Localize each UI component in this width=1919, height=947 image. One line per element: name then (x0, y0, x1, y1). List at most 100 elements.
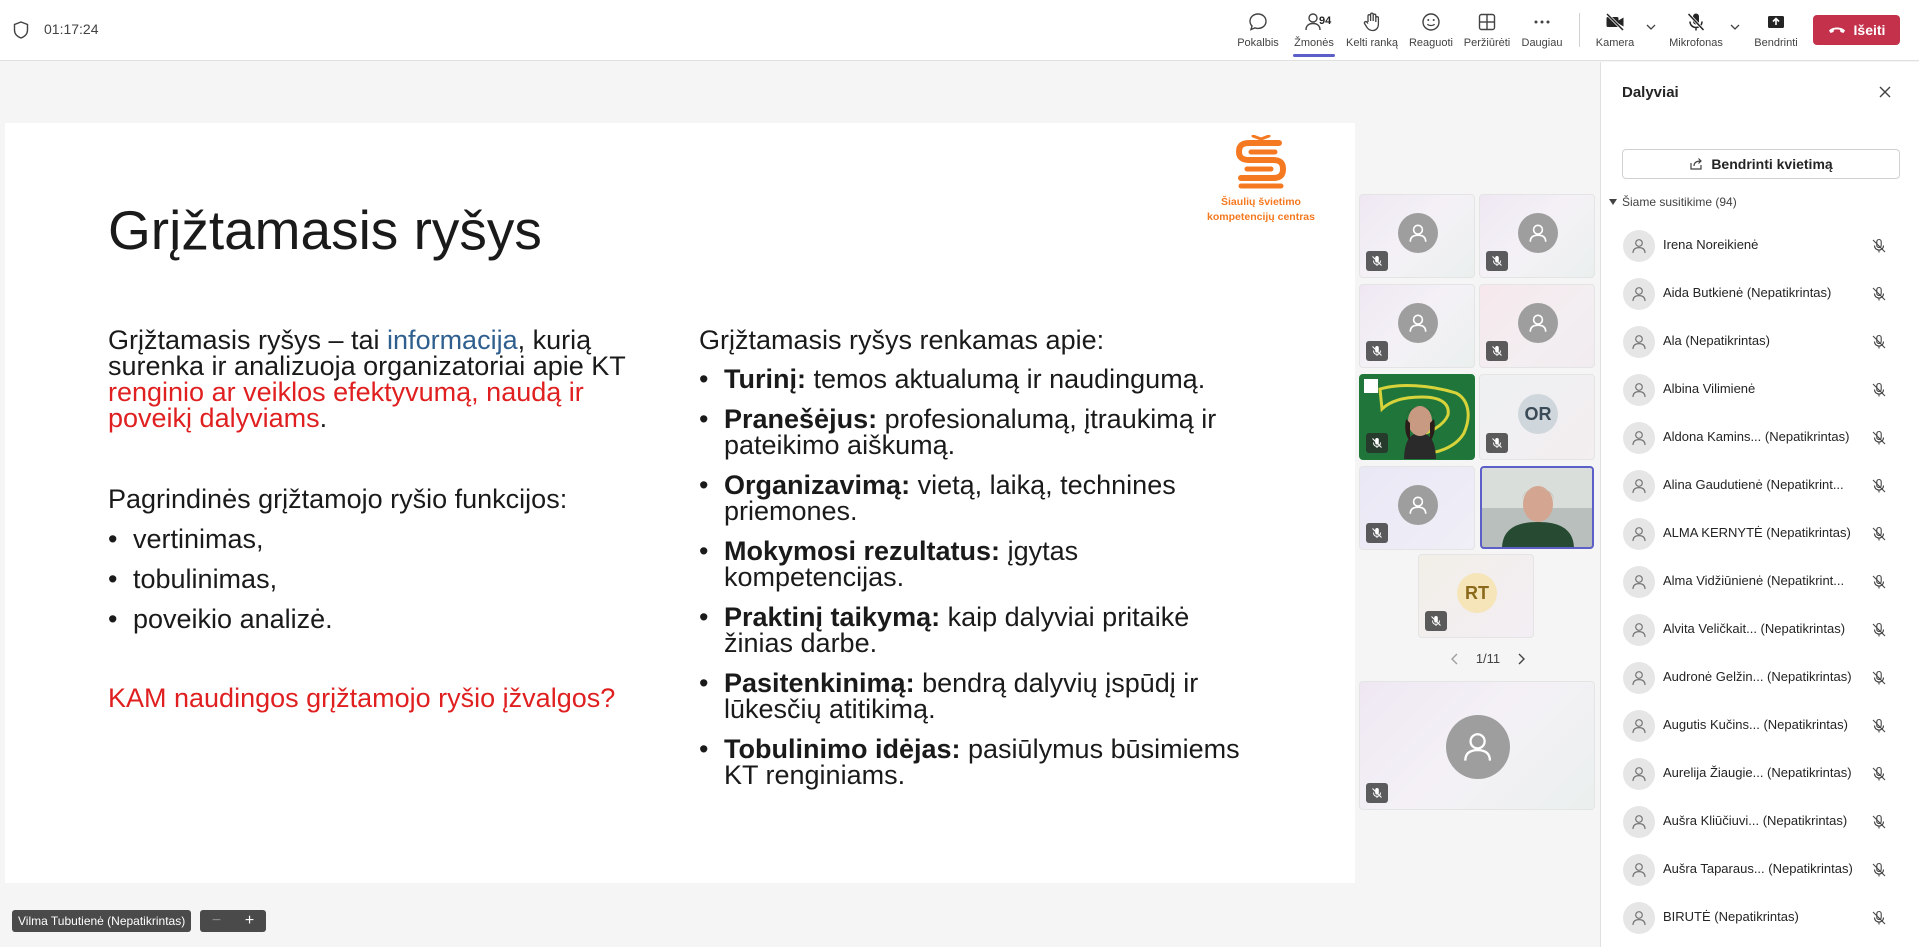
participant-row[interactable]: BIRUTĖ (Nepatikrintas) (1601, 894, 1919, 942)
participant-row[interactable]: ALMA KERNYTĖ (Nepatikrintas) (1601, 510, 1919, 558)
mic-off-icon[interactable] (1871, 382, 1887, 398)
slide-right-column: Grįžtamasis ryšys renkamas apie: Turinį:… (699, 327, 1259, 802)
person-icon (1632, 767, 1646, 782)
video-tile-active-speaker[interactable] (1480, 466, 1594, 549)
participant-video-feed (1482, 468, 1592, 547)
participant-row[interactable]: Aida Butkienė (Nepatikrintas) (1601, 270, 1919, 318)
panel-title: Dalyviai (1622, 84, 1679, 101)
collected-item: Turinį: temos aktualumą ir naudingumą. (699, 364, 1259, 394)
collected-item: Tobulinimo idėjas: pasiūlymus būsimiems … (699, 736, 1259, 789)
mic-off-icon[interactable] (1871, 286, 1887, 302)
chat-icon (1249, 13, 1267, 31)
muted-indicator (1486, 341, 1508, 361)
mic-off-icon (1492, 438, 1502, 448)
participant-row[interactable]: Ala (Nepatikrintas) (1601, 318, 1919, 366)
collected-item-title: Turinį: (724, 364, 806, 394)
leave-button[interactable]: Išeiti (1813, 15, 1900, 45)
share-invite-label: Bendrinti kvietimą (1711, 156, 1833, 172)
mic-off-icon[interactable] (1871, 670, 1887, 686)
participant-row[interactable]: Albina Vilimienė (1601, 366, 1919, 414)
participant-name: ALMA KERNYTĖ (Nepatikrintas) (1663, 525, 1851, 540)
view-button[interactable]: Peržiūrėti (1463, 8, 1511, 56)
raise-hand-button[interactable]: Kelti ranką (1346, 8, 1398, 56)
mic-off-icon[interactable] (1871, 526, 1887, 542)
participant-row[interactable]: Aldona Kamins... (Nepatikrintas) (1601, 414, 1919, 462)
participant-row[interactable]: Alma Vidžiūnienė (Nepatikrint... (1601, 558, 1919, 606)
participant-avatar (1623, 518, 1655, 550)
participant-row[interactable]: Alvita Veličkait... (Nepatikrintas) (1601, 606, 1919, 654)
participant-row[interactable]: Audronė Gelžin... (Nepatikrintas) (1601, 654, 1919, 702)
intro-paragraph: Grįžtamasis ryšys – tai informacija, kur… (108, 327, 668, 432)
video-tile[interactable] (1479, 284, 1595, 368)
participant-row[interactable]: Alina Gaudutienė (Nepatikrint... (1601, 462, 1919, 510)
muted-indicator (1486, 251, 1508, 271)
mic-off-icon[interactable] (1871, 574, 1887, 590)
person-icon (1464, 733, 1492, 762)
camera-options-chevron-icon[interactable] (1646, 23, 1656, 31)
participant-avatar (1623, 614, 1655, 646)
people-button[interactable]: 94 Žmonės (1291, 8, 1337, 57)
video-tile[interactable] (1359, 284, 1475, 368)
mic-off-icon[interactable] (1871, 766, 1887, 782)
zoom-out-button[interactable]: − (200, 910, 233, 932)
mic-off-icon[interactable] (1871, 238, 1887, 254)
smiley-icon (1422, 13, 1440, 31)
more-dots-icon (1534, 20, 1550, 24)
video-tile[interactable] (1359, 466, 1475, 550)
microphone-button[interactable]: Mikrofonas (1666, 8, 1726, 56)
close-icon[interactable] (1877, 84, 1893, 100)
share-icon (1690, 158, 1703, 170)
chevron-left-icon[interactable] (1450, 653, 1460, 665)
mic-off-icon (1687, 12, 1705, 32)
organization-logo: Šiaulių švietimo kompetencijų centras (1200, 135, 1322, 225)
person-icon (1529, 314, 1547, 332)
view-label: Peržiūrėti (1463, 37, 1511, 49)
video-tile[interactable] (1479, 194, 1595, 278)
share-button[interactable]: Bendrinti (1752, 8, 1800, 56)
mic-off-icon (1372, 788, 1382, 798)
chat-button[interactable]: Pokalbis (1236, 8, 1280, 56)
react-button[interactable]: Reaguoti (1408, 8, 1454, 56)
mic-off-icon[interactable] (1871, 862, 1887, 878)
mic-off-icon[interactable] (1871, 430, 1887, 446)
in-meeting-section-toggle[interactable]: Šiame susitikime (94) (1609, 195, 1737, 209)
video-tile[interactable]: RT (1418, 554, 1534, 638)
person-icon (1632, 671, 1646, 686)
camera-button[interactable]: Kamera (1593, 8, 1637, 56)
more-button[interactable]: Daugiau (1519, 8, 1565, 56)
participant-row[interactable]: Aušra Taparaus... (Nepatikrintas) (1601, 846, 1919, 894)
participants-list: Irena Noreikienė Aida Butkienė (Nepatikri… (1601, 222, 1919, 942)
zoom-in-button[interactable]: + (233, 910, 266, 932)
phone-hangup-icon (1828, 27, 1845, 33)
participant-avatar (1623, 422, 1655, 454)
mic-off-icon[interactable] (1871, 334, 1887, 350)
mic-options-chevron-icon[interactable] (1730, 23, 1740, 31)
page-indicator: 1/11 (1475, 651, 1501, 666)
self-view-tile[interactable] (1359, 681, 1595, 810)
mic-off-icon[interactable] (1871, 622, 1887, 638)
collected-item: Organizavimą: vietą, laiką, technines pr… (699, 472, 1259, 525)
participant-avatar (1398, 485, 1438, 525)
participant-row[interactable]: Aušra Kliūčiuvi... (Nepatikrintas) (1601, 798, 1919, 846)
participant-name: Augutis Kučins... (Nepatikrintas) (1663, 717, 1848, 732)
mic-off-icon[interactable] (1871, 478, 1887, 494)
video-tile[interactable]: OR (1479, 374, 1595, 460)
mic-off-icon (1431, 616, 1441, 626)
mic-off-icon (1492, 256, 1502, 266)
muted-indicator (1366, 783, 1388, 803)
participant-row[interactable]: Aurelija Žiaugie... (Nepatikrintas) (1601, 750, 1919, 798)
video-tile-camera[interactable] (1359, 374, 1475, 460)
participant-avatar (1623, 470, 1655, 502)
participant-name: Aida Butkienė (Nepatikrintas) (1663, 285, 1832, 300)
mic-off-icon[interactable] (1871, 814, 1887, 830)
participant-row[interactable]: Irena Noreikienė (1601, 222, 1919, 270)
participant-avatar (1623, 902, 1655, 934)
share-invite-button[interactable]: Bendrinti kvietimą (1622, 149, 1900, 179)
mic-off-icon[interactable] (1871, 910, 1887, 926)
video-tile[interactable] (1359, 194, 1475, 278)
share-label: Bendrinti (1754, 37, 1798, 49)
participant-row[interactable]: Augutis Kučins... (Nepatikrintas) (1601, 702, 1919, 750)
mic-off-icon[interactable] (1871, 718, 1887, 734)
participant-avatar (1446, 715, 1510, 779)
chevron-right-icon[interactable] (1516, 653, 1526, 665)
